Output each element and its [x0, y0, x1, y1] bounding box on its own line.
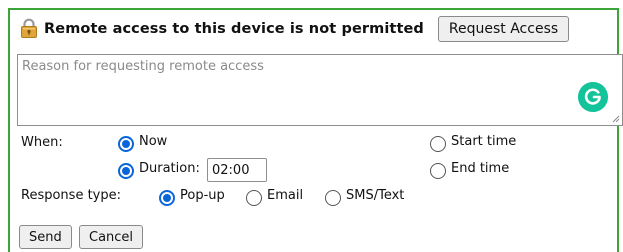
response-type-label: Response type:	[21, 188, 121, 203]
send-button[interactable]: Send	[19, 225, 72, 249]
email-label[interactable]: Email	[267, 188, 303, 203]
duration-label[interactable]: Duration:	[139, 161, 200, 176]
popup-radio[interactable]	[159, 190, 175, 206]
lock-icon	[21, 18, 37, 38]
end-time-label[interactable]: End time	[451, 161, 509, 176]
email-radio[interactable]	[246, 190, 262, 206]
duration-radio[interactable]	[118, 163, 134, 179]
grammarly-icon[interactable]	[578, 82, 608, 112]
cancel-button[interactable]: Cancel	[79, 225, 144, 249]
end-time-radio[interactable]	[430, 163, 446, 179]
reason-textarea[interactable]: Reason for requesting remote access	[17, 54, 623, 126]
sms-text-label[interactable]: SMS/Text	[346, 188, 404, 203]
now-radio[interactable]	[118, 136, 134, 152]
duration-input[interactable]	[207, 158, 267, 182]
start-time-label[interactable]: Start time	[451, 134, 516, 149]
when-label: When:	[21, 135, 63, 150]
reason-placeholder: Reason for requesting remote access	[22, 59, 264, 74]
header-row: Remote access to this device is not perm…	[20, 16, 570, 42]
sms-text-radio[interactable]	[325, 190, 341, 206]
now-label[interactable]: Now	[139, 134, 167, 149]
page-title: Remote access to this device is not perm…	[44, 21, 424, 37]
request-access-button[interactable]: Request Access	[437, 16, 570, 42]
request-panel-frame	[8, 8, 619, 252]
start-time-radio[interactable]	[430, 136, 446, 152]
popup-label[interactable]: Pop-up	[180, 188, 225, 203]
resize-grip-icon[interactable]	[612, 115, 620, 123]
